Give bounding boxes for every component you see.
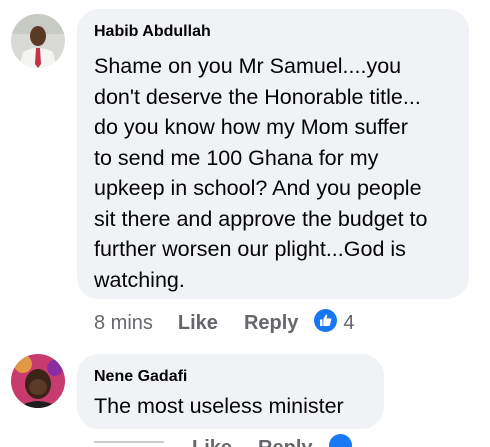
comment-actions: Like Reply bbox=[94, 434, 358, 447]
comment-timestamp[interactable]: 8 mins bbox=[94, 312, 153, 335]
comments-thread: Habib Abdullah Shame on you Mr Samuel...… bbox=[0, 0, 490, 447]
reaction-count: 4 bbox=[343, 311, 355, 334]
comment-timestamp[interactable] bbox=[94, 440, 164, 447]
like-reaction-icon bbox=[328, 434, 352, 447]
comment-text: The most useless minister bbox=[94, 394, 344, 418]
comment-bubble: Nene Gadafi The most useless minister bbox=[77, 354, 384, 429]
comment-bubble: Habib Abdullah Shame on you Mr Samuel...… bbox=[77, 9, 469, 299]
avatar[interactable] bbox=[11, 14, 65, 68]
comment-actions: 8 mins Like Reply 4 bbox=[94, 308, 355, 338]
comment-author[interactable]: Nene Gadafi bbox=[94, 367, 367, 387]
comment-author[interactable]: Habib Abdullah bbox=[94, 22, 452, 42]
like-button[interactable]: Like bbox=[178, 312, 218, 335]
reaction-summary[interactable]: 4 bbox=[314, 308, 355, 338]
comment-text: Shame on you Mr Samuel....you don't dese… bbox=[94, 54, 428, 292]
like-button[interactable]: Like bbox=[192, 437, 232, 447]
like-reaction-icon bbox=[314, 308, 338, 338]
avatar[interactable] bbox=[11, 354, 65, 408]
reply-button[interactable]: Reply bbox=[244, 312, 298, 335]
reply-button[interactable]: Reply bbox=[258, 437, 312, 447]
